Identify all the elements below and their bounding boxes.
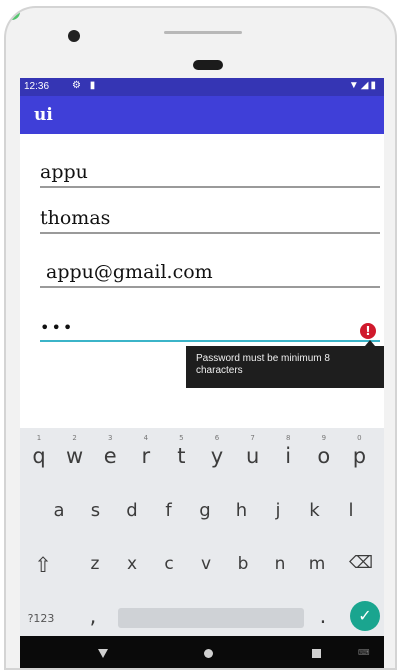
- key-label-w: w: [66, 444, 84, 468]
- key-hint-y: 6: [214, 434, 220, 442]
- key-hint-u: 7: [250, 434, 255, 442]
- back-icon[interactable]: [98, 649, 108, 658]
- enter-key[interactable]: ✓: [350, 601, 380, 631]
- shift-key[interactable]: ⇧: [28, 553, 58, 577]
- comma-key[interactable]: ,: [78, 604, 108, 628]
- phone-frame: 12:36 ⚙ ▮ ▼◢▮ ui appu thomas appu@gmail.…: [4, 6, 397, 670]
- navigation-bar: ⌨: [20, 636, 384, 668]
- key-hint-i: 8: [285, 434, 291, 442]
- first-name-field[interactable]: appu: [40, 156, 380, 188]
- email-field[interactable]: appu@gmail.com: [40, 258, 380, 288]
- key-label-p: p: [352, 444, 367, 468]
- key-y[interactable]: 6y: [202, 434, 232, 468]
- key-b[interactable]: b: [228, 554, 258, 574]
- status-time: 12:36: [24, 81, 50, 92]
- key-z[interactable]: z: [80, 554, 110, 574]
- signal-battery-icons: ▼◢▮: [348, 80, 378, 91]
- key-j[interactable]: j: [263, 500, 293, 521]
- last-name-value: thomas: [40, 207, 111, 229]
- backspace-key[interactable]: ⌫: [346, 553, 376, 573]
- key-f[interactable]: f: [154, 500, 184, 521]
- period-key[interactable]: .: [308, 604, 338, 628]
- key-i[interactable]: 8i: [273, 434, 303, 468]
- key-s[interactable]: s: [81, 500, 111, 521]
- notification-icons: ⚙ ▮: [72, 80, 99, 91]
- key-r[interactable]: 4r: [131, 434, 161, 468]
- key-label-e: e: [103, 444, 117, 468]
- password-value: •••: [40, 318, 75, 337]
- space-bar[interactable]: [118, 608, 304, 628]
- error-tooltip: Password must be minimum 8 characters: [186, 346, 384, 388]
- key-m[interactable]: m: [302, 554, 332, 574]
- key-label-o: o: [317, 444, 331, 468]
- key-k[interactable]: k: [300, 500, 330, 521]
- last-name-field[interactable]: thomas: [40, 202, 380, 234]
- key-hint-e: 3: [107, 434, 113, 442]
- proximity-sensor: [193, 60, 223, 70]
- key-a[interactable]: a: [44, 500, 74, 521]
- screen: 12:36 ⚙ ▮ ▼◢▮ ui appu thomas appu@gmail.…: [20, 78, 384, 668]
- key-label-r: r: [141, 444, 151, 468]
- status-bar: 12:36 ⚙ ▮ ▼◢▮: [20, 78, 384, 96]
- symbols-key[interactable]: ?123: [26, 612, 56, 625]
- frame-corner-accent: [6, 8, 20, 20]
- key-u[interactable]: 7u: [238, 434, 268, 468]
- recents-icon[interactable]: [312, 649, 321, 658]
- key-x[interactable]: x: [117, 554, 147, 574]
- key-t[interactable]: 5t: [166, 434, 196, 468]
- app-title: ui: [34, 105, 53, 125]
- key-hint-q: 1: [36, 434, 42, 442]
- key-label-q: q: [32, 444, 46, 468]
- password-field[interactable]: •••: [40, 310, 380, 342]
- key-hint-w: 2: [72, 434, 77, 442]
- key-n[interactable]: n: [265, 554, 295, 574]
- key-hint-o: 9: [321, 434, 327, 442]
- key-hint-r: 4: [143, 434, 149, 442]
- earpiece-speaker: [164, 31, 242, 34]
- app-bar: ui: [20, 96, 384, 134]
- email-value: appu@gmail.com: [46, 261, 213, 283]
- key-q[interactable]: 1q: [24, 434, 54, 468]
- key-label-y: y: [210, 444, 224, 468]
- key-v[interactable]: v: [191, 554, 221, 574]
- key-d[interactable]: d: [117, 500, 147, 521]
- key-p[interactable]: 0p: [344, 434, 374, 468]
- key-label-t: t: [177, 444, 186, 468]
- key-hint-p: 0: [357, 434, 362, 442]
- key-w[interactable]: 2w: [60, 434, 90, 468]
- soft-keyboard: 1q2w3e4r5t6y7u8i9o0p asdfghjkl zxcvbnm ⇧…: [20, 428, 384, 636]
- keyboard-switch-icon[interactable]: ⌨: [358, 648, 370, 657]
- front-camera: [68, 30, 80, 42]
- key-o[interactable]: 9o: [309, 434, 339, 468]
- key-label-i: i: [285, 444, 292, 468]
- key-hint-t: 5: [179, 434, 184, 442]
- key-l[interactable]: l: [336, 500, 366, 521]
- home-icon[interactable]: [204, 649, 213, 658]
- key-e[interactable]: 3e: [95, 434, 125, 468]
- key-g[interactable]: g: [190, 500, 220, 521]
- first-name-value: appu: [40, 161, 88, 183]
- key-label-u: u: [245, 444, 260, 468]
- key-c[interactable]: c: [154, 554, 184, 574]
- error-icon[interactable]: !: [360, 323, 376, 339]
- key-h[interactable]: h: [227, 500, 257, 521]
